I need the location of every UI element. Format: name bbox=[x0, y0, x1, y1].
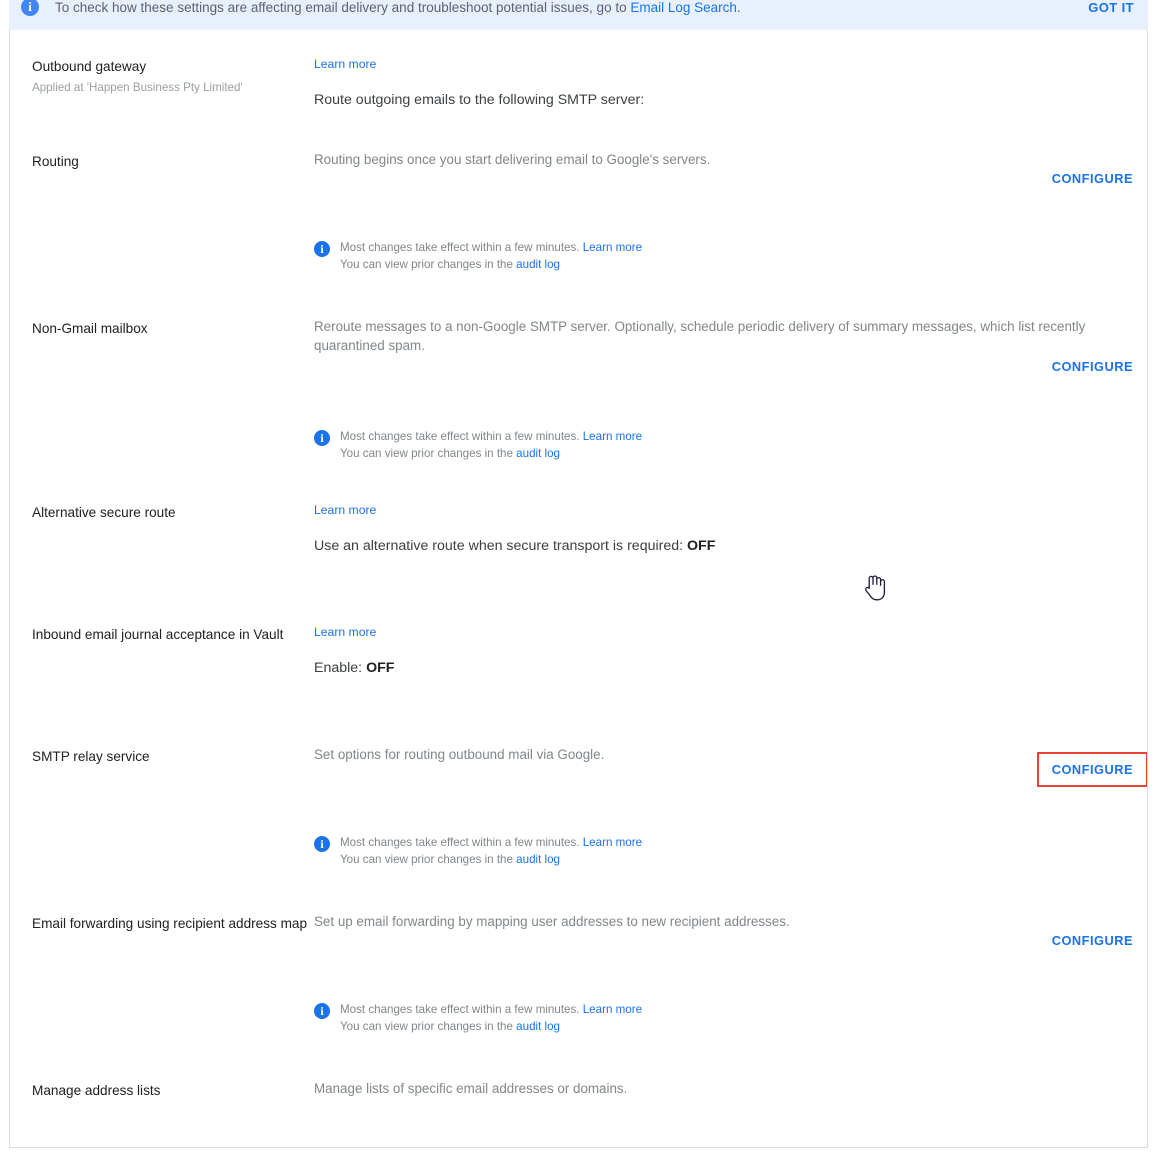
changes-note-line-1: Most changes take effect within a few mi… bbox=[340, 1001, 642, 1018]
setting-statement: Route outgoing emails to the following S… bbox=[314, 92, 645, 108]
setting-content: Set options for routing outbound mail vi… bbox=[314, 745, 1147, 868]
changes-note-line-1-text: Most changes take effect within a few mi… bbox=[340, 241, 583, 254]
changes-note-text: Most changes take effect within a few mi… bbox=[340, 1001, 642, 1035]
setting-description: Set up email forwarding by mapping user … bbox=[314, 914, 790, 929]
setting-content: Set up email forwarding by mapping user … bbox=[314, 912, 1147, 1035]
setting-content: Learn more Enable: OFF bbox=[314, 623, 1147, 678]
settings-panel: Outbound gateway Applied at 'Happen Busi… bbox=[9, 30, 1148, 1148]
audit-log-link[interactable]: audit log bbox=[516, 258, 560, 271]
setting-statement-prefix: Use an alternative route when secure tra… bbox=[314, 538, 688, 554]
setting-row-smtp-relay-service: SMTP relay service Set options for routi… bbox=[10, 737, 1147, 904]
got-it-button[interactable]: GOT IT bbox=[1088, 0, 1134, 15]
setting-statement: Use an alternative route when secure tra… bbox=[314, 536, 1147, 556]
setting-title: Email forwarding using recipient address… bbox=[32, 916, 308, 931]
audit-log-link[interactable]: audit log bbox=[516, 1020, 560, 1033]
info-icon: i bbox=[314, 430, 330, 446]
setting-description: Manage lists of specific email addresses… bbox=[314, 1081, 628, 1096]
setting-label-group: Manage address lists bbox=[32, 1079, 314, 1100]
learn-more-link[interactable]: Learn more bbox=[583, 241, 642, 254]
setting-description: Set options for routing outbound mail vi… bbox=[314, 747, 605, 762]
learn-more-link[interactable]: Learn more bbox=[314, 624, 376, 640]
learn-more-link[interactable]: Learn more bbox=[583, 1003, 642, 1016]
setting-label-group: Email forwarding using recipient address… bbox=[32, 912, 314, 1035]
changes-note-line-2: You can view prior changes in the audit … bbox=[340, 851, 642, 868]
changes-note-text: Most changes take effect within a few mi… bbox=[340, 239, 642, 273]
setting-content: Manage lists of specific email addresses… bbox=[314, 1079, 1147, 1100]
changes-note: i Most changes take effect within a few … bbox=[314, 239, 1147, 273]
setting-statement-prefix: Enable: bbox=[314, 660, 367, 676]
changes-note-line-2-text: You can view prior changes in the bbox=[340, 853, 517, 866]
configure-button[interactable]: CONFIGURE bbox=[1038, 351, 1147, 382]
setting-row-inbound-journal-vault: Inbound email journal acceptance in Vaul… bbox=[10, 615, 1147, 737]
setting-title: Alternative secure route bbox=[32, 505, 176, 520]
audit-log-link[interactable]: audit log bbox=[516, 853, 560, 866]
learn-more-link[interactable]: Learn more bbox=[583, 836, 642, 849]
setting-row-non-gmail-mailbox: Non-Gmail mailbox Reroute messages to a … bbox=[10, 309, 1147, 493]
info-icon: i bbox=[314, 836, 330, 852]
setting-statement: Enable: OFF bbox=[314, 658, 1147, 678]
setting-description: Reroute messages to a non-Google SMTP se… bbox=[314, 319, 1086, 353]
info-icon: i bbox=[314, 1003, 330, 1019]
setting-row-outbound-gateway: Outbound gateway Applied at 'Happen Busi… bbox=[10, 30, 1147, 142]
changes-note-line-2-text: You can view prior changes in the bbox=[340, 258, 517, 271]
changes-note-line-1: Most changes take effect within a few mi… bbox=[340, 834, 642, 851]
changes-note-line-2: You can view prior changes in the audit … bbox=[340, 445, 642, 462]
setting-content: Routing begins once you start delivering… bbox=[314, 150, 1147, 273]
setting-title: Routing bbox=[32, 154, 79, 169]
configure-button[interactable]: CONFIGURE bbox=[1036, 752, 1147, 787]
learn-more-link[interactable]: Learn more bbox=[314, 56, 376, 72]
info-icon: i bbox=[314, 241, 330, 257]
setting-content: Learn more Use an alternative route when… bbox=[314, 501, 1147, 556]
changes-note-line-2: You can view prior changes in the audit … bbox=[340, 1018, 642, 1035]
setting-statement-value: OFF bbox=[687, 538, 716, 554]
setting-title: Manage address lists bbox=[32, 1083, 161, 1098]
changes-note: i Most changes take effect within a few … bbox=[314, 1001, 1147, 1035]
changes-note-line-1-text: Most changes take effect within a few mi… bbox=[340, 1003, 583, 1016]
learn-more-link[interactable]: Learn more bbox=[583, 430, 642, 443]
setting-label-group: Inbound email journal acceptance in Vaul… bbox=[32, 623, 314, 678]
setting-row-alternative-secure-route: Alternative secure route Learn more Use … bbox=[10, 493, 1147, 615]
setting-row-routing: Routing Routing begins once you start de… bbox=[10, 142, 1147, 309]
setting-statement-value: OFF bbox=[366, 660, 395, 676]
info-icon: i bbox=[21, 0, 39, 16]
changes-note-line-1: Most changes take effect within a few mi… bbox=[340, 239, 642, 256]
changes-note: i Most changes take effect within a few … bbox=[314, 428, 1147, 462]
setting-label-group: Non-Gmail mailbox bbox=[32, 317, 314, 462]
setting-title: Non-Gmail mailbox bbox=[32, 321, 148, 336]
configure-button[interactable]: CONFIGURE bbox=[1038, 163, 1147, 194]
info-banner-text-after: . bbox=[736, 0, 741, 15]
setting-content: Learn more Route outgoing emails to the … bbox=[314, 55, 1147, 110]
info-banner-text-before: To check how these settings are affectin… bbox=[55, 0, 631, 15]
changes-note-line-2-text: You can view prior changes in the bbox=[340, 447, 517, 460]
setting-label-group: Alternative secure route bbox=[32, 501, 314, 556]
setting-label-group: SMTP relay service bbox=[32, 745, 314, 868]
setting-description: Routing begins once you start delivering… bbox=[314, 152, 711, 167]
changes-note-line-2-text: You can view prior changes in the bbox=[340, 1020, 517, 1033]
setting-title: SMTP relay service bbox=[32, 749, 150, 764]
learn-more-link[interactable]: Learn more bbox=[314, 502, 376, 518]
setting-title: Outbound gateway bbox=[32, 59, 147, 74]
audit-log-link[interactable]: audit log bbox=[516, 447, 560, 460]
changes-note-line-1-text: Most changes take effect within a few mi… bbox=[340, 836, 583, 849]
changes-note-text: Most changes take effect within a few mi… bbox=[340, 428, 642, 462]
changes-note-line-1: Most changes take effect within a few mi… bbox=[340, 428, 642, 445]
email-log-search-link[interactable]: Email Log Search bbox=[630, 0, 737, 15]
changes-note-text: Most changes take effect within a few mi… bbox=[340, 834, 642, 868]
setting-content: Reroute messages to a non-Google SMTP se… bbox=[314, 317, 1147, 462]
setting-row-email-forwarding-address-map: Email forwarding using recipient address… bbox=[10, 904, 1147, 1071]
changes-note: i Most changes take effect within a few … bbox=[314, 834, 1147, 868]
setting-label-group: Routing bbox=[32, 150, 314, 273]
changes-note-line-2: You can view prior changes in the audit … bbox=[340, 256, 642, 273]
info-banner-text: To check how these settings are affectin… bbox=[55, 0, 1088, 15]
configure-button[interactable]: CONFIGURE bbox=[1038, 925, 1147, 956]
setting-subtitle: Applied at 'Happen Business Pty Limited' bbox=[32, 81, 243, 94]
info-banner: i To check how these settings are affect… bbox=[9, 0, 1148, 30]
setting-label-group: Outbound gateway Applied at 'Happen Busi… bbox=[32, 55, 314, 110]
changes-note-line-1-text: Most changes take effect within a few mi… bbox=[340, 430, 583, 443]
setting-row-manage-address-lists: Manage address lists Manage lists of spe… bbox=[10, 1071, 1147, 1147]
setting-title: Inbound email journal acceptance in Vaul… bbox=[32, 627, 284, 642]
